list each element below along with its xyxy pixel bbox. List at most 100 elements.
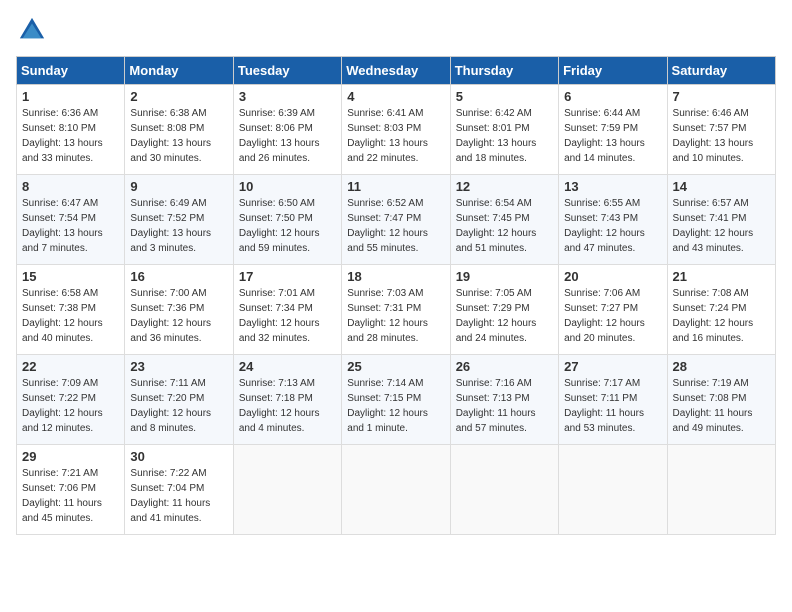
day-info: Sunrise: 7:09 AM Sunset: 7:22 PM Dayligh… [22, 376, 119, 436]
calendar-cell: 3 Sunrise: 6:39 AM Sunset: 8:06 PM Dayli… [233, 85, 341, 175]
calendar-cell: 4 Sunrise: 6:41 AM Sunset: 8:03 PM Dayli… [342, 85, 450, 175]
day-of-week-header: Thursday [450, 57, 558, 85]
calendar-cell: 10 Sunrise: 6:50 AM Sunset: 7:50 PM Dayl… [233, 175, 341, 265]
calendar-cell: 11 Sunrise: 6:52 AM Sunset: 7:47 PM Dayl… [342, 175, 450, 265]
day-number: 1 [22, 89, 119, 104]
calendar-cell: 30 Sunrise: 7:22 AM Sunset: 7:04 PM Dayl… [125, 445, 233, 535]
day-of-week-header: Tuesday [233, 57, 341, 85]
day-info: Sunrise: 7:17 AM Sunset: 7:11 PM Dayligh… [564, 376, 661, 436]
calendar-table: SundayMondayTuesdayWednesdayThursdayFrid… [16, 56, 776, 535]
calendar-cell [667, 445, 775, 535]
calendar-cell: 26 Sunrise: 7:16 AM Sunset: 7:13 PM Dayl… [450, 355, 558, 445]
day-number: 17 [239, 269, 336, 284]
calendar-cell: 7 Sunrise: 6:46 AM Sunset: 7:57 PM Dayli… [667, 85, 775, 175]
calendar-cell: 22 Sunrise: 7:09 AM Sunset: 7:22 PM Dayl… [17, 355, 125, 445]
day-number: 19 [456, 269, 553, 284]
day-of-week-header: Monday [125, 57, 233, 85]
calendar-week-row: 15 Sunrise: 6:58 AM Sunset: 7:38 PM Dayl… [17, 265, 776, 355]
day-info: Sunrise: 6:36 AM Sunset: 8:10 PM Dayligh… [22, 106, 119, 166]
calendar-cell: 18 Sunrise: 7:03 AM Sunset: 7:31 PM Dayl… [342, 265, 450, 355]
day-number: 28 [673, 359, 770, 374]
day-number: 6 [564, 89, 661, 104]
day-number: 4 [347, 89, 444, 104]
day-info: Sunrise: 7:11 AM Sunset: 7:20 PM Dayligh… [130, 376, 227, 436]
calendar-cell [559, 445, 667, 535]
day-info: Sunrise: 6:42 AM Sunset: 8:01 PM Dayligh… [456, 106, 553, 166]
day-number: 15 [22, 269, 119, 284]
calendar-cell: 27 Sunrise: 7:17 AM Sunset: 7:11 PM Dayl… [559, 355, 667, 445]
calendar-cell: 14 Sunrise: 6:57 AM Sunset: 7:41 PM Dayl… [667, 175, 775, 265]
day-info: Sunrise: 7:03 AM Sunset: 7:31 PM Dayligh… [347, 286, 444, 346]
calendar-cell [450, 445, 558, 535]
day-info: Sunrise: 6:58 AM Sunset: 7:38 PM Dayligh… [22, 286, 119, 346]
calendar-cell: 19 Sunrise: 7:05 AM Sunset: 7:29 PM Dayl… [450, 265, 558, 355]
day-number: 24 [239, 359, 336, 374]
day-number: 18 [347, 269, 444, 284]
day-info: Sunrise: 6:44 AM Sunset: 7:59 PM Dayligh… [564, 106, 661, 166]
day-info: Sunrise: 6:49 AM Sunset: 7:52 PM Dayligh… [130, 196, 227, 256]
day-info: Sunrise: 6:52 AM Sunset: 7:47 PM Dayligh… [347, 196, 444, 256]
calendar-cell: 16 Sunrise: 7:00 AM Sunset: 7:36 PM Dayl… [125, 265, 233, 355]
day-number: 7 [673, 89, 770, 104]
day-number: 10 [239, 179, 336, 194]
day-info: Sunrise: 6:46 AM Sunset: 7:57 PM Dayligh… [673, 106, 770, 166]
day-number: 8 [22, 179, 119, 194]
calendar-cell: 15 Sunrise: 6:58 AM Sunset: 7:38 PM Dayl… [17, 265, 125, 355]
day-info: Sunrise: 7:16 AM Sunset: 7:13 PM Dayligh… [456, 376, 553, 436]
calendar-cell: 12 Sunrise: 6:54 AM Sunset: 7:45 PM Dayl… [450, 175, 558, 265]
calendar-week-row: 8 Sunrise: 6:47 AM Sunset: 7:54 PM Dayli… [17, 175, 776, 265]
day-of-week-header: Sunday [17, 57, 125, 85]
day-info: Sunrise: 6:41 AM Sunset: 8:03 PM Dayligh… [347, 106, 444, 166]
day-info: Sunrise: 7:13 AM Sunset: 7:18 PM Dayligh… [239, 376, 336, 436]
day-number: 20 [564, 269, 661, 284]
calendar-cell: 6 Sunrise: 6:44 AM Sunset: 7:59 PM Dayli… [559, 85, 667, 175]
day-number: 29 [22, 449, 119, 464]
day-info: Sunrise: 7:01 AM Sunset: 7:34 PM Dayligh… [239, 286, 336, 346]
day-number: 16 [130, 269, 227, 284]
day-info: Sunrise: 6:50 AM Sunset: 7:50 PM Dayligh… [239, 196, 336, 256]
day-number: 2 [130, 89, 227, 104]
logo [16, 16, 46, 44]
day-of-week-header: Wednesday [342, 57, 450, 85]
day-of-week-header: Saturday [667, 57, 775, 85]
day-number: 30 [130, 449, 227, 464]
day-info: Sunrise: 7:19 AM Sunset: 7:08 PM Dayligh… [673, 376, 770, 436]
day-number: 5 [456, 89, 553, 104]
calendar-cell: 24 Sunrise: 7:13 AM Sunset: 7:18 PM Dayl… [233, 355, 341, 445]
day-info: Sunrise: 7:14 AM Sunset: 7:15 PM Dayligh… [347, 376, 444, 436]
calendar-week-row: 22 Sunrise: 7:09 AM Sunset: 7:22 PM Dayl… [17, 355, 776, 445]
day-info: Sunrise: 6:38 AM Sunset: 8:08 PM Dayligh… [130, 106, 227, 166]
calendar-cell [342, 445, 450, 535]
day-number: 14 [673, 179, 770, 194]
day-info: Sunrise: 7:05 AM Sunset: 7:29 PM Dayligh… [456, 286, 553, 346]
day-number: 23 [130, 359, 227, 374]
day-number: 22 [22, 359, 119, 374]
calendar-cell: 9 Sunrise: 6:49 AM Sunset: 7:52 PM Dayli… [125, 175, 233, 265]
calendar-cell: 5 Sunrise: 6:42 AM Sunset: 8:01 PM Dayli… [450, 85, 558, 175]
day-info: Sunrise: 6:54 AM Sunset: 7:45 PM Dayligh… [456, 196, 553, 256]
day-number: 11 [347, 179, 444, 194]
calendar-cell [233, 445, 341, 535]
calendar-week-row: 1 Sunrise: 6:36 AM Sunset: 8:10 PM Dayli… [17, 85, 776, 175]
day-number: 12 [456, 179, 553, 194]
calendar-cell: 8 Sunrise: 6:47 AM Sunset: 7:54 PM Dayli… [17, 175, 125, 265]
calendar-week-row: 29 Sunrise: 7:21 AM Sunset: 7:06 PM Dayl… [17, 445, 776, 535]
day-number: 26 [456, 359, 553, 374]
calendar-cell: 29 Sunrise: 7:21 AM Sunset: 7:06 PM Dayl… [17, 445, 125, 535]
day-number: 21 [673, 269, 770, 284]
day-number: 13 [564, 179, 661, 194]
day-number: 9 [130, 179, 227, 194]
calendar-header-row: SundayMondayTuesdayWednesdayThursdayFrid… [17, 57, 776, 85]
calendar-cell: 23 Sunrise: 7:11 AM Sunset: 7:20 PM Dayl… [125, 355, 233, 445]
logo-icon [18, 16, 46, 44]
calendar-cell: 28 Sunrise: 7:19 AM Sunset: 7:08 PM Dayl… [667, 355, 775, 445]
day-number: 25 [347, 359, 444, 374]
day-info: Sunrise: 6:47 AM Sunset: 7:54 PM Dayligh… [22, 196, 119, 256]
day-info: Sunrise: 7:00 AM Sunset: 7:36 PM Dayligh… [130, 286, 227, 346]
calendar-cell: 2 Sunrise: 6:38 AM Sunset: 8:08 PM Dayli… [125, 85, 233, 175]
calendar-cell: 1 Sunrise: 6:36 AM Sunset: 8:10 PM Dayli… [17, 85, 125, 175]
day-of-week-header: Friday [559, 57, 667, 85]
day-info: Sunrise: 7:21 AM Sunset: 7:06 PM Dayligh… [22, 466, 119, 526]
page-header [16, 16, 776, 44]
calendar-cell: 13 Sunrise: 6:55 AM Sunset: 7:43 PM Dayl… [559, 175, 667, 265]
